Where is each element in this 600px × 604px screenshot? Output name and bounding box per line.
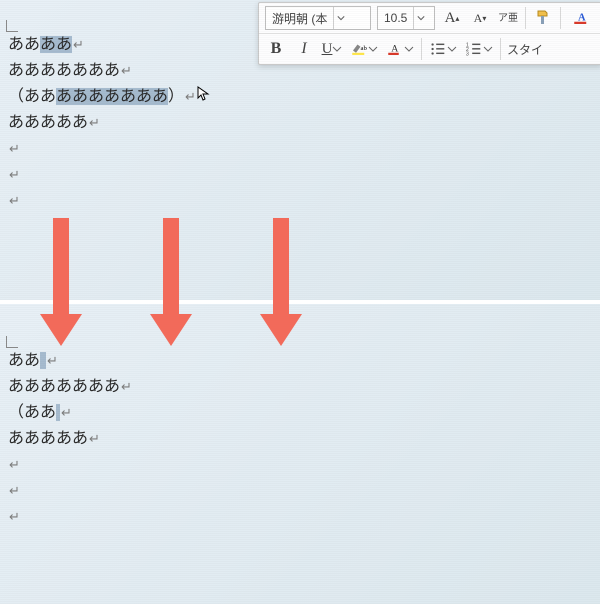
font-size-value: 10.5 bbox=[378, 11, 413, 25]
screenshot-before: 游明朝 (本 10.5 A▴ A▾ ア亜 A B I U ab bbox=[0, 0, 600, 300]
text-line[interactable]: ↵ bbox=[8, 452, 592, 478]
paragraph-mark-icon: ↵ bbox=[46, 353, 58, 368]
text-line[interactable]: ↵ bbox=[8, 188, 592, 214]
shrink-font-button[interactable]: A▾ bbox=[469, 7, 491, 29]
font-name-value: 游明朝 (本 bbox=[266, 10, 333, 27]
paragraph-mark-icon: ↵ bbox=[88, 115, 100, 130]
paragraph-mark-icon: ↵ bbox=[120, 63, 132, 78]
text-run: あああああ bbox=[8, 430, 88, 447]
text-line[interactable]: ↵ bbox=[8, 478, 592, 504]
text-run: あああああ bbox=[8, 114, 88, 131]
separator bbox=[560, 7, 561, 29]
paragraph-mark-icon: ↵ bbox=[60, 405, 72, 420]
text-line[interactable]: ↵ bbox=[8, 504, 592, 530]
page-corner-mark bbox=[6, 16, 22, 32]
text-run: ああ bbox=[8, 352, 40, 369]
screenshot-after: ああ ↵あああああああ↵（ああ ↵あああああ↵↵↵↵ bbox=[0, 304, 600, 604]
text-run: （ああ bbox=[8, 404, 56, 421]
grow-font-button[interactable]: A▴ bbox=[441, 7, 463, 29]
text-line[interactable]: （あああああああああ）↵ bbox=[8, 84, 592, 110]
chevron-down-icon[interactable] bbox=[333, 7, 348, 29]
separator bbox=[525, 7, 526, 29]
paragraph-mark-icon: ↵ bbox=[72, 37, 84, 52]
page-corner-mark bbox=[6, 332, 22, 348]
phonetic-guide-button[interactable]: ア亜 bbox=[497, 7, 519, 29]
font-size-combo[interactable]: 10.5 bbox=[377, 6, 435, 30]
text-run: あああああああ bbox=[8, 378, 120, 395]
selected-text: あああああああ bbox=[56, 88, 168, 105]
text-line[interactable]: あああああ↵ bbox=[8, 426, 592, 452]
text-line[interactable]: あああああ↵ bbox=[8, 110, 592, 136]
paragraph-mark-icon: ↵ bbox=[184, 89, 196, 104]
paragraph-mark-icon: ↵ bbox=[120, 379, 132, 394]
text-run: （ああ bbox=[8, 88, 56, 105]
text-line[interactable]: ↵ bbox=[8, 136, 592, 162]
paragraph-mark-icon: ↵ bbox=[8, 457, 20, 472]
text-line[interactable]: あああああああ↵ bbox=[8, 374, 592, 400]
document-body-before[interactable]: ああああ↵あああああああ↵（あああああああああ）↵あああああ↵↵↵↵ bbox=[8, 32, 592, 214]
paragraph-mark-icon: ↵ bbox=[8, 509, 20, 524]
mouse-cursor-icon bbox=[196, 84, 212, 100]
chevron-down-icon[interactable] bbox=[413, 7, 428, 29]
format-painter-button[interactable] bbox=[532, 7, 554, 29]
text-run: ああ bbox=[8, 36, 40, 53]
paragraph-mark-icon: ↵ bbox=[8, 483, 20, 498]
text-line[interactable]: ああああ↵ bbox=[8, 32, 592, 58]
paragraph-mark-icon: ↵ bbox=[88, 431, 100, 446]
text-run: あああああああ bbox=[8, 62, 120, 79]
paragraph-mark-icon: ↵ bbox=[8, 167, 20, 182]
font-color-large-button[interactable]: A bbox=[567, 7, 595, 29]
text-line[interactable]: あああああああ↵ bbox=[8, 58, 592, 84]
paragraph-mark-icon: ↵ bbox=[8, 193, 20, 208]
text-line[interactable]: （ああ ↵ bbox=[8, 400, 592, 426]
font-name-combo[interactable]: 游明朝 (本 bbox=[265, 6, 371, 30]
text-run: ） bbox=[168, 88, 184, 105]
svg-text:A: A bbox=[578, 12, 586, 23]
text-line[interactable]: ああ ↵ bbox=[8, 348, 592, 374]
selected-text: ああ bbox=[40, 36, 72, 53]
text-line[interactable]: ↵ bbox=[8, 162, 592, 188]
document-body-after[interactable]: ああ ↵あああああああ↵（ああ ↵あああああ↵↵↵↵ bbox=[8, 348, 592, 530]
paragraph-mark-icon: ↵ bbox=[8, 141, 20, 156]
